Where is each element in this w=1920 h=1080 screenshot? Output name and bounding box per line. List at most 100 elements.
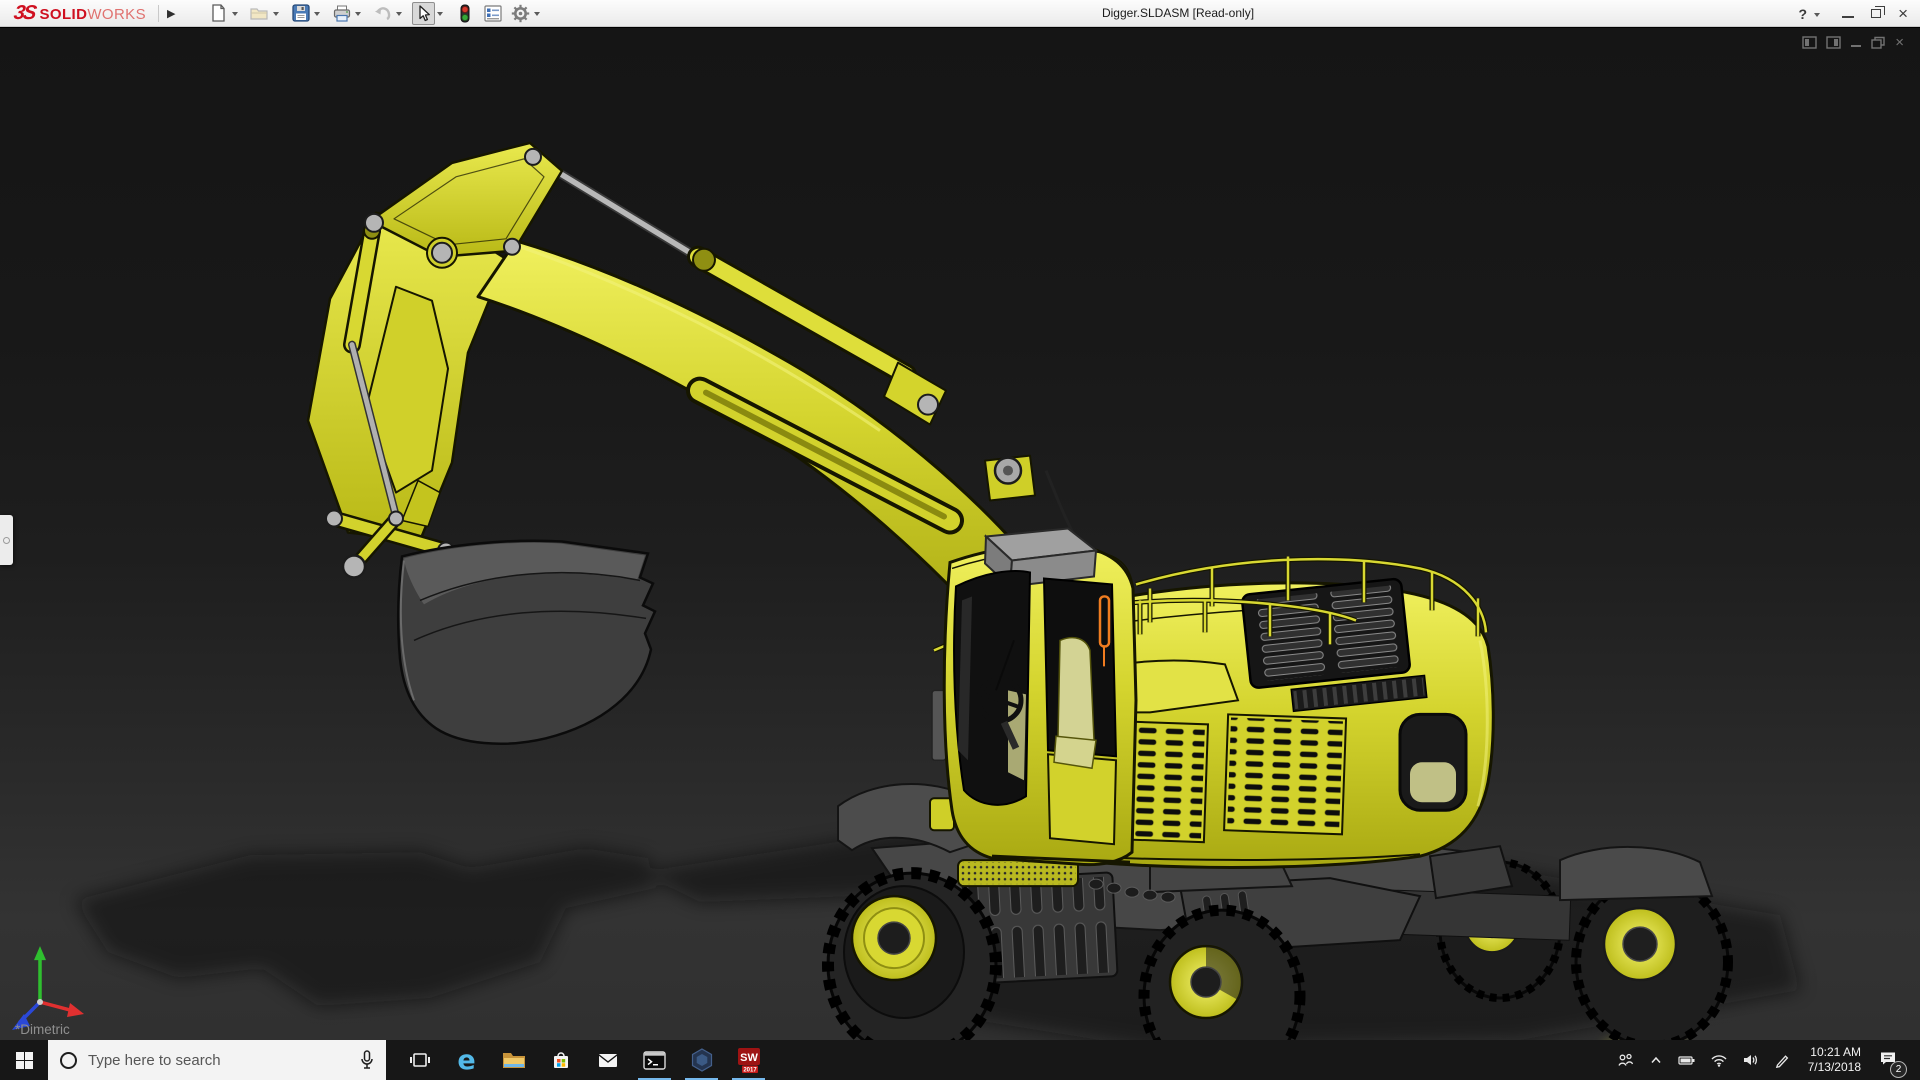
system-tray: 10:21 AM 7/13/2018 2 — [1617, 1040, 1920, 1080]
microphone-icon[interactable] — [360, 1050, 374, 1070]
new-document-group — [207, 2, 243, 25]
hexagon-app-icon — [691, 1048, 712, 1072]
select-cursor-icon — [419, 4, 430, 21]
store-icon — [553, 1052, 568, 1068]
save-button[interactable] — [289, 2, 312, 25]
windows-logo-icon — [15, 1051, 33, 1069]
print-button[interactable] — [330, 2, 353, 25]
solidworks-app-button[interactable]: SW 2017 — [725, 1040, 772, 1080]
select-dropdown[interactable] — [437, 12, 444, 16]
bucket[interactable] — [397, 539, 657, 745]
people-icon[interactable] — [1617, 1052, 1634, 1068]
quick-toolbar — [207, 1, 550, 25]
new-document-button[interactable] — [207, 2, 230, 25]
hexagon-app-button[interactable] — [678, 1040, 725, 1080]
feature-manager-collapsed-tab[interactable] — [0, 515, 13, 565]
battery-icon[interactable] — [1678, 1052, 1696, 1068]
open-dropdown[interactable] — [273, 12, 280, 16]
taskbar-apps: e SW 2017 — [396, 1040, 772, 1080]
notification-badge: 2 — [1890, 1060, 1907, 1078]
cab[interactable] — [929, 527, 1138, 867]
print-dropdown[interactable] — [355, 12, 362, 16]
mail-icon — [598, 1054, 617, 1067]
clock-time: 10:21 AM — [1810, 1045, 1861, 1059]
task-view-icon — [409, 1053, 430, 1067]
command-prompt-icon — [643, 1051, 666, 1070]
restore-button[interactable] — [1871, 6, 1885, 18]
volume-icon[interactable] — [1742, 1052, 1760, 1068]
solidworks-logo-mark-icon: 3S — [12, 1, 37, 24]
seat-back — [1057, 636, 1095, 747]
close-button[interactable]: × — [1898, 5, 1908, 22]
minimize-button[interactable] — [1842, 16, 1855, 18]
file-explorer-icon — [502, 1053, 525, 1068]
action-center-button[interactable]: 2 — [1878, 1049, 1907, 1078]
windows-taskbar: Type here to search e SW 2017 10:21 AM 7… — [0, 1040, 1920, 1080]
command-prompt-button[interactable] — [631, 1040, 678, 1080]
open-folder-icon — [250, 8, 269, 20]
mail-button[interactable] — [584, 1040, 631, 1080]
graphics-area[interactable]: × *Dimetric — [0, 28, 1920, 1040]
door-panel — [1046, 753, 1118, 846]
display-settings-icon — [484, 4, 502, 22]
task-view-button[interactable] — [396, 1040, 443, 1080]
chevron-up-icon[interactable] — [1648, 1052, 1664, 1068]
doc-restore-button[interactable] — [1871, 36, 1886, 49]
digger-3d-model[interactable] — [0, 28, 1920, 1040]
taskbar-clock[interactable]: 10:21 AM 7/13/2018 — [1808, 1045, 1861, 1075]
orientation-triad — [12, 946, 84, 1031]
search-placeholder: Type here to search — [88, 1051, 221, 1069]
titlebar: 3S SOLID WORKS ▶ Digger.SLDASM [Read-onl… — [0, 0, 1920, 27]
seat-cushion — [1053, 735, 1097, 770]
file-explorer-button[interactable] — [490, 1040, 537, 1080]
open-button[interactable] — [248, 2, 271, 25]
options-dropdown[interactable] — [534, 12, 541, 16]
taskbar-search[interactable]: Type here to search — [48, 1040, 386, 1080]
save-dropdown[interactable] — [314, 12, 321, 16]
options-button[interactable] — [509, 2, 532, 25]
help-button[interactable]: ? — [1799, 6, 1826, 22]
rebuild-button[interactable] — [453, 2, 476, 25]
start-button[interactable] — [0, 1040, 48, 1080]
display-settings-button[interactable] — [481, 2, 504, 25]
new-document-icon — [212, 4, 226, 22]
rear-fender — [1559, 845, 1714, 902]
store-button[interactable] — [537, 1040, 584, 1080]
pen-icon[interactable] — [1774, 1052, 1791, 1068]
doc-close-button[interactable]: × — [1895, 35, 1904, 50]
edge-browser-button[interactable]: e — [443, 1040, 490, 1080]
rebuild-group — [453, 2, 476, 25]
display-pane-icon[interactable] — [1826, 36, 1841, 49]
side-grille-2 — [1223, 713, 1348, 836]
new-document-dropdown[interactable] — [232, 12, 239, 16]
select-button[interactable] — [412, 1, 436, 25]
select-group — [412, 1, 448, 25]
solidworks-app-icon: SW 2017 — [737, 1047, 760, 1073]
clock-date: 7/13/2018 — [1807, 1060, 1861, 1074]
save-floppy-icon — [292, 4, 310, 22]
document-title: Digger.SLDASM [Read-only] — [1101, 6, 1255, 20]
open-group — [248, 2, 284, 25]
sw-year-label: 2017 — [743, 1067, 757, 1073]
feature-pane-icon[interactable] — [1802, 36, 1817, 49]
panel-tab-arrow-icon — [3, 536, 10, 544]
solidworks-logo-works: WORKS — [87, 5, 146, 23]
doc-minimize-button[interactable] — [1850, 36, 1862, 49]
menu-flyout-arrow[interactable]: ▶ — [157, 4, 183, 22]
help-icon: ? — [1798, 5, 1808, 22]
undo-arrow-icon — [375, 7, 391, 21]
help-dropdown[interactable] — [1814, 12, 1821, 17]
gear-icon — [512, 4, 530, 22]
undo-dropdown[interactable] — [396, 12, 403, 16]
solidworks-logo-solid: SOLID — [39, 5, 88, 23]
display-settings-group — [481, 2, 504, 25]
traffic-light-icon — [460, 4, 470, 22]
window-controls: ? × — [1799, 0, 1909, 27]
undo-button[interactable] — [371, 2, 394, 25]
view-orientation-label: *Dimetric — [15, 1022, 70, 1037]
sw-label: SW — [740, 1052, 758, 1064]
save-group — [289, 2, 325, 25]
undo-group — [371, 2, 407, 25]
engine-grille — [1241, 577, 1411, 689]
wifi-icon[interactable] — [1710, 1052, 1728, 1068]
